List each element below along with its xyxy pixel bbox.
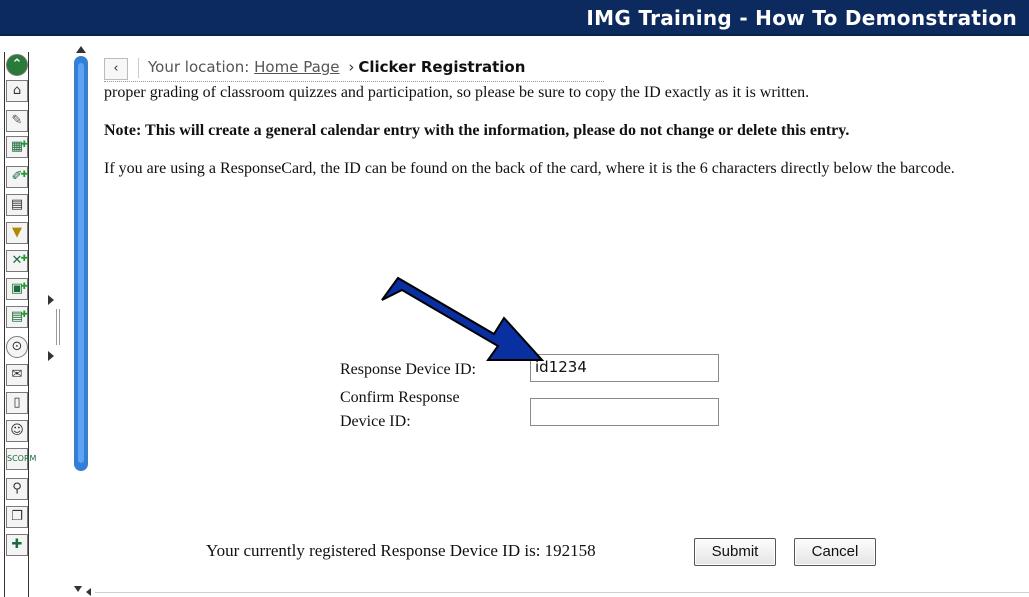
- cancel-button[interactable]: Cancel: [794, 538, 876, 566]
- breadcrumb-trail: Your location: Home Page › Clicker Regist…: [148, 58, 525, 76]
- back-button[interactable]: ‹: [104, 58, 128, 80]
- scroll-down-icon[interactable]: [74, 586, 82, 592]
- registered-id-text: Your currently registered Response Devic…: [206, 541, 596, 560]
- arrow-shape: [381, 276, 545, 361]
- instructions-paragraph: proper grading of classroom quizzes and …: [104, 84, 810, 101]
- add-assignment-icon[interactable]: ✕ ✚: [6, 250, 28, 272]
- scroll-thumb-highlight: [78, 63, 84, 463]
- groups-icon[interactable]: ☺: [6, 420, 28, 442]
- panel-splitter[interactable]: [48, 295, 60, 365]
- tool-sidebar: ⌃ ⌂ ✎ ▦ ✚ ✐ ✚ ▤ ▼ ✕ ✚ ▣ ✚ ▤ ✚ ⊙ ✉ ▯ ☺ SCORM ⚲…: [4, 52, 36, 597]
- clock-icon[interactable]: ⊙: [6, 336, 28, 358]
- add-tool-icon[interactable]: ✐ ✚: [6, 166, 28, 188]
- responsecard-paragraph: If you are using a ResponseCard, the ID …: [104, 160, 955, 177]
- add-content-icon[interactable]: ▣ ✚: [6, 278, 28, 300]
- copy-icon[interactable]: ❐: [6, 506, 28, 528]
- breadcrumb-separator: ›: [348, 58, 355, 76]
- breadcrumb-home-link[interactable]: Home Page: [254, 58, 339, 76]
- document-icon[interactable]: ▯: [6, 392, 28, 414]
- vertical-scrollbar[interactable]: [74, 46, 88, 476]
- more-tools-icon[interactable]: ✚: [6, 534, 28, 556]
- confirm-id-field[interactable]: [530, 398, 719, 426]
- splitter-grip[interactable]: [56, 309, 60, 345]
- expand-arrow-icon[interactable]: [48, 295, 54, 305]
- collapse-icon[interactable]: ⌃: [6, 54, 28, 76]
- add-calendar-icon[interactable]: ▦ ✚: [6, 136, 28, 158]
- calendar-note: Note: This will create a general calenda…: [104, 122, 850, 139]
- search-icon[interactable]: ⚲: [6, 478, 28, 500]
- confirm-id-label-line1: Confirm Response: [340, 389, 460, 406]
- mail-icon[interactable]: ✉: [6, 364, 28, 386]
- title-bar: IMG Training - How To Demonstration: [0, 0, 1029, 36]
- breadcrumb-current: Clicker Registration: [358, 58, 526, 76]
- scroll-thumb[interactable]: [74, 56, 88, 471]
- main-content: proper grading of classroom quizzes and …: [104, 84, 984, 196]
- annotation-arrow: [381, 276, 545, 361]
- submit-button[interactable]: Submit: [694, 538, 776, 566]
- breadcrumb: ‹ Your location: Home Page › Clicker Regi…: [104, 56, 604, 82]
- scroll-left-icon[interactable]: [86, 588, 91, 596]
- window-title: IMG Training - How To Demonstration: [586, 6, 1017, 30]
- scroll-up-icon[interactable]: [76, 46, 86, 53]
- add-page-icon[interactable]: ▤ ✚: [6, 306, 28, 328]
- device-id-field[interactable]: id1234: [530, 354, 719, 382]
- discussion-icon[interactable]: ▼: [6, 222, 28, 244]
- breadcrumb-divider: [138, 58, 139, 78]
- confirm-id-label-line2: Device ID:: [340, 413, 411, 430]
- syllabus-icon[interactable]: ▤: [6, 194, 28, 216]
- home-icon[interactable]: ⌂: [6, 80, 28, 102]
- scorm-icon[interactable]: SCORM: [6, 448, 36, 470]
- horizontal-scrollbar[interactable]: [95, 592, 1029, 593]
- announcements-icon[interactable]: ✎: [6, 110, 28, 132]
- breadcrumb-prefix: Your location:: [148, 58, 250, 76]
- expand-arrow-icon[interactable]: [48, 351, 54, 361]
